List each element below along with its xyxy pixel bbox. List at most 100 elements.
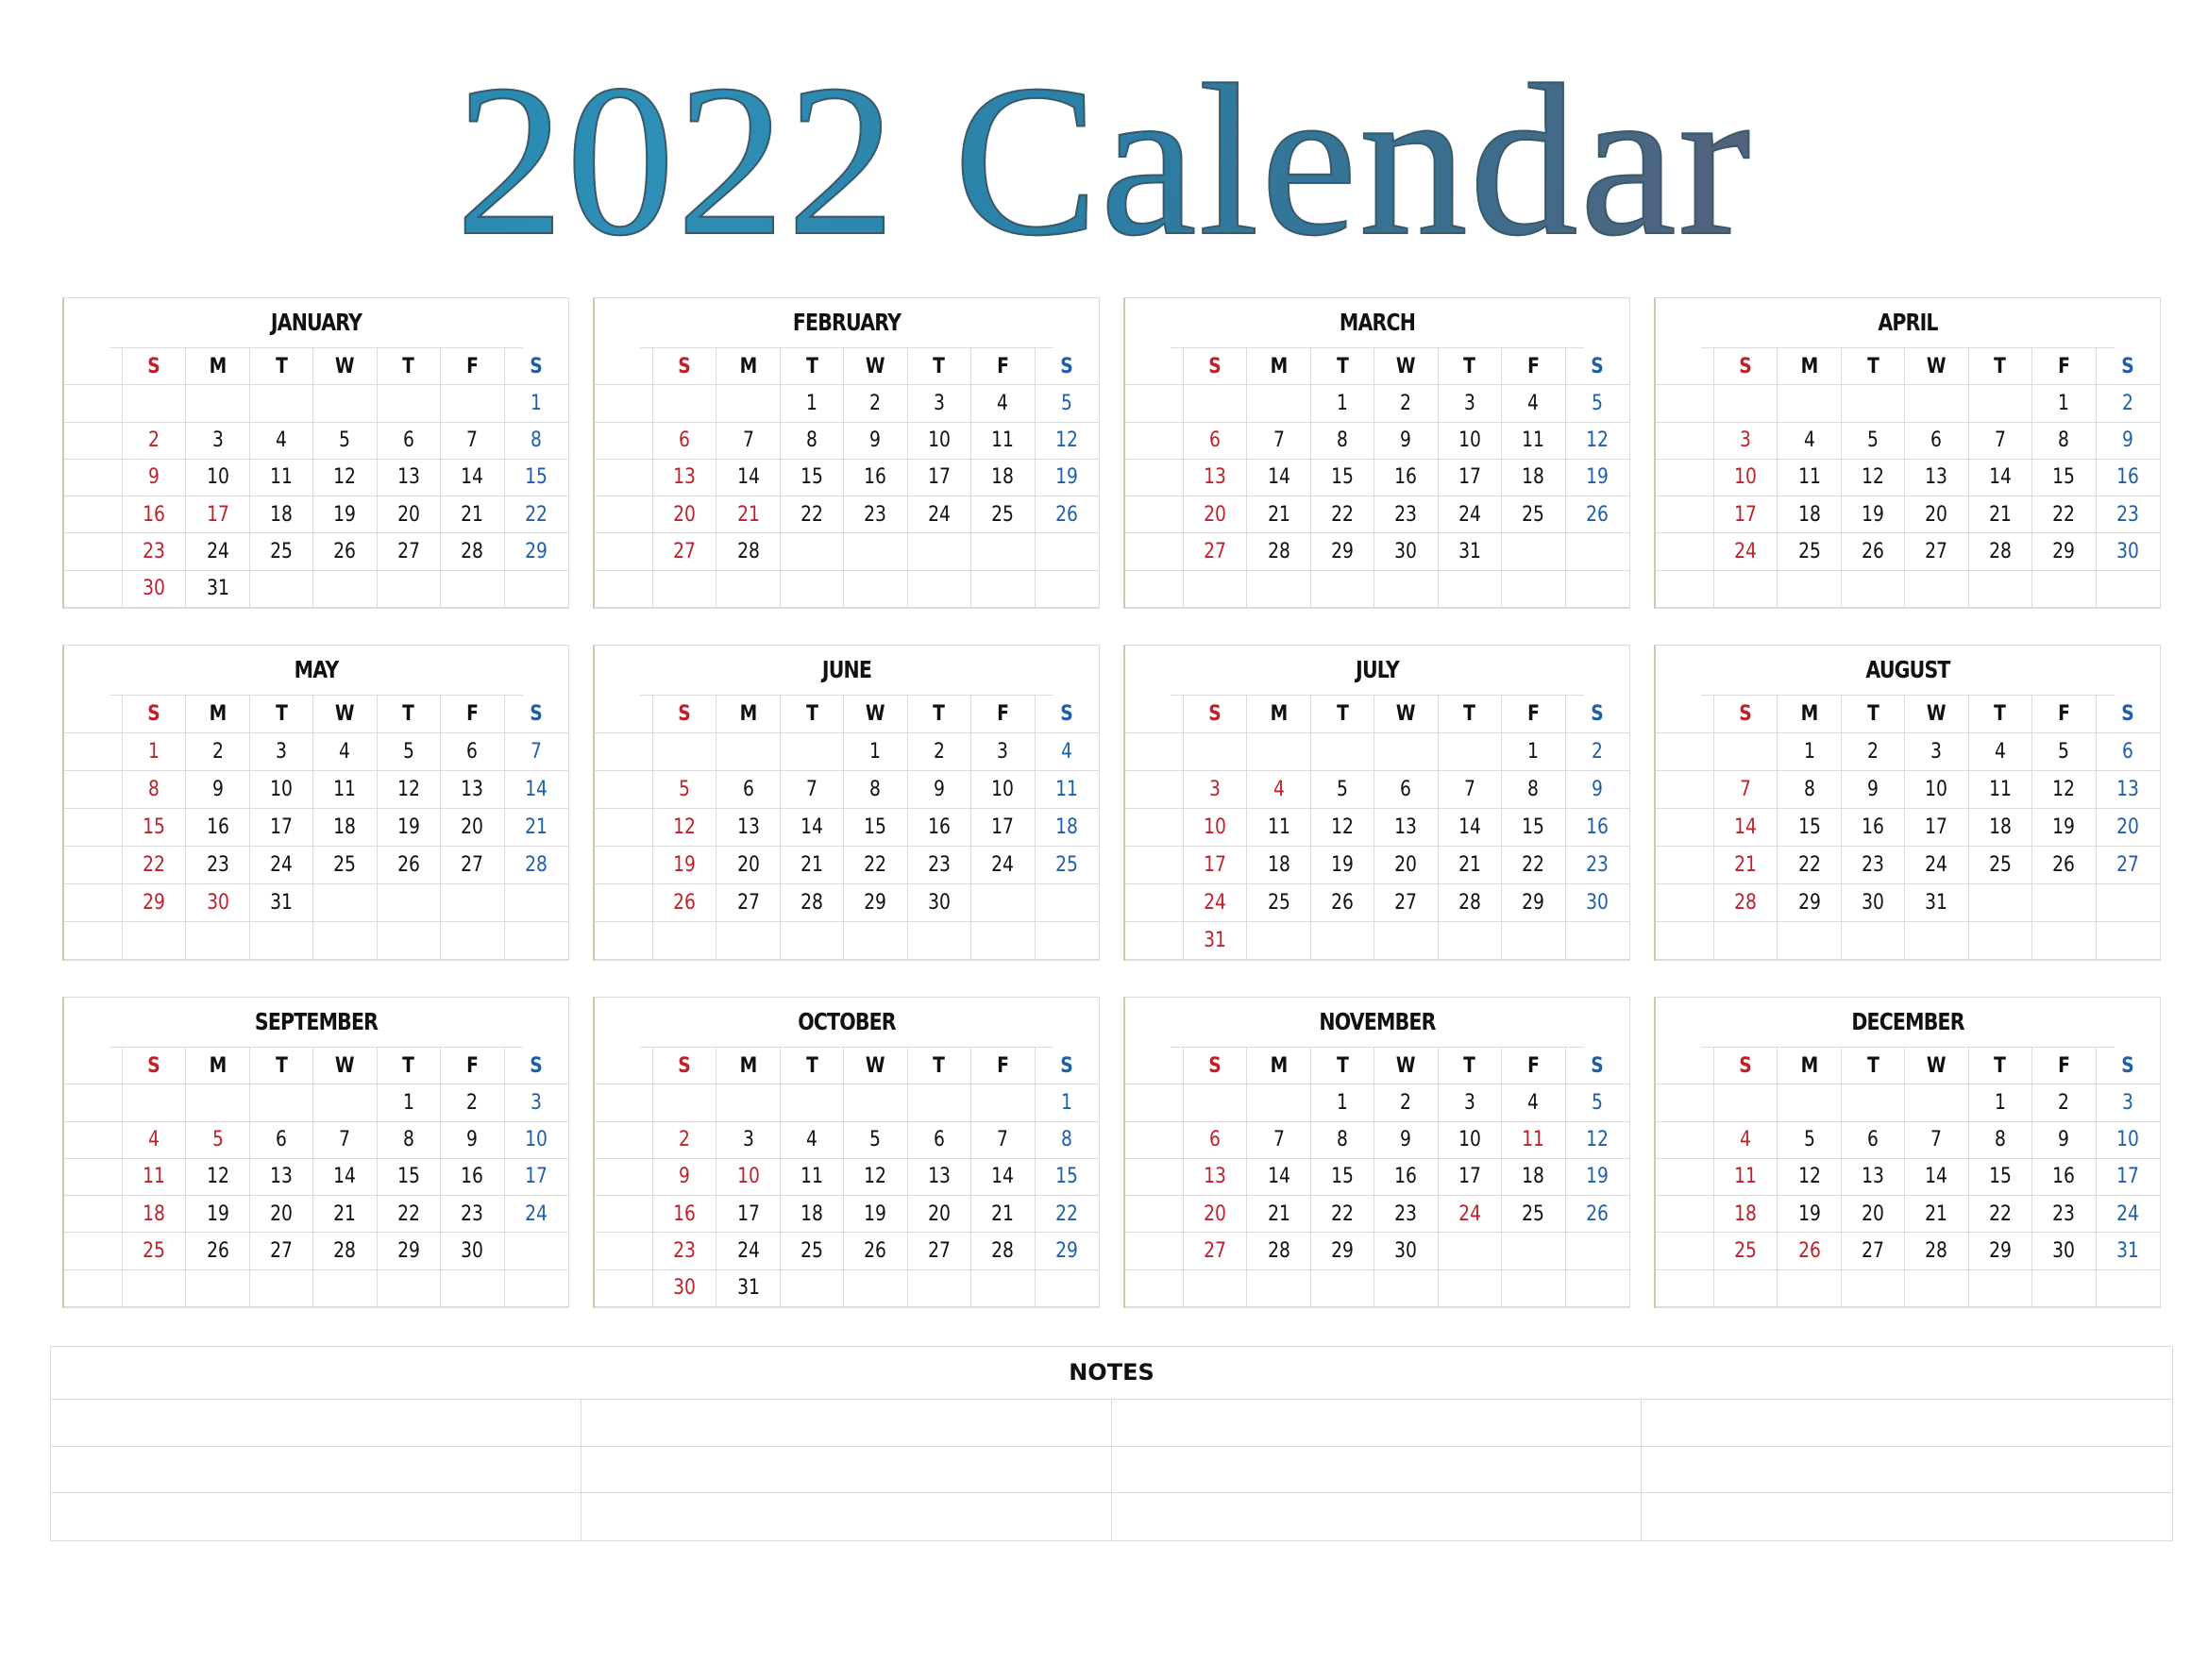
day-number: 2: [1592, 740, 1604, 764]
row-spacer: [595, 1121, 653, 1159]
day-number: 4: [1273, 778, 1285, 801]
day-number: 2: [148, 428, 160, 453]
empty-day-cell: [1184, 733, 1248, 771]
day-number: 1: [1337, 391, 1349, 415]
day-cell: 25: [1714, 1233, 1778, 1270]
day-cell: 27: [1841, 1233, 1906, 1270]
day-number: 5: [1592, 1090, 1604, 1115]
row-spacer: [1125, 809, 1184, 847]
empty-day-cell: [313, 570, 378, 608]
day-number: 11: [1522, 428, 1545, 453]
day-number: 30: [206, 891, 229, 915]
day-number: 30: [461, 1239, 484, 1264]
day-cell: 24: [716, 1233, 781, 1270]
day-number: 19: [206, 1201, 229, 1226]
day-cell: 26: [1565, 496, 1629, 534]
weekday-label-text: S: [2121, 702, 2135, 726]
day-number: 17: [1734, 502, 1758, 527]
day-number: 25: [1734, 1239, 1758, 1264]
day-number: 27: [270, 1239, 293, 1264]
day-cell: 15: [123, 809, 187, 847]
weekday-label-text: W: [1927, 702, 1947, 726]
empty-day-cell: [123, 1084, 187, 1122]
day-cell: 31: [186, 570, 250, 608]
day-number: 18: [1055, 815, 1079, 839]
day-number: 22: [1331, 502, 1354, 527]
day-number: 28: [525, 853, 548, 877]
empty-day-cell: [186, 922, 250, 960]
day-number: 10: [206, 465, 229, 490]
day-number: 5: [1061, 391, 1073, 415]
notes-line-cell: [1642, 1447, 2172, 1494]
weekday-label-text: T: [933, 702, 946, 726]
empty-day-cell: [1035, 922, 1099, 960]
day-number: 23: [2052, 1201, 2076, 1226]
weekday-label: M: [716, 1048, 781, 1085]
day-cell: 2: [1841, 733, 1906, 771]
day-cell: 20: [441, 809, 505, 847]
weekday-label: W: [313, 696, 378, 733]
empty-day-cell: [1714, 733, 1778, 771]
day-number: 19: [1586, 1165, 1610, 1189]
weekday-label-text: M: [1800, 702, 1818, 726]
day-cell: 18: [1714, 1196, 1778, 1234]
day-cell: 10: [186, 459, 250, 497]
day-cell: 13: [1184, 459, 1248, 497]
day-cell: 30: [2096, 533, 2160, 571]
weekday-label: W: [844, 348, 908, 386]
weekday-label: S: [1565, 696, 1629, 733]
weekday-label-text: S: [1591, 702, 1605, 726]
weekday-label-text: S: [1208, 1053, 1222, 1078]
day-cell: 22: [377, 1196, 442, 1234]
weekday-label: M: [186, 348, 250, 386]
day-number: 16: [928, 815, 951, 839]
day-cell: 13: [377, 459, 442, 497]
day-number: 24: [1734, 540, 1758, 564]
day-cell: 23: [653, 1233, 717, 1270]
empty-day-cell: [1310, 922, 1375, 960]
weekday-label-text: S: [147, 354, 160, 378]
empty-day-cell: [716, 922, 781, 960]
empty-day-cell: [907, 922, 972, 960]
day-cell: 26: [653, 884, 717, 922]
day-number: 27: [397, 540, 420, 564]
empty-day-cell: [1565, 533, 1629, 571]
day-number: 5: [1803, 1128, 1815, 1152]
day-number: 25: [270, 540, 293, 564]
day-number: 23: [928, 853, 951, 877]
weekday-label: M: [1778, 1048, 1842, 1085]
weekday-label-text: T: [1463, 1053, 1476, 1078]
day-cell: 28: [1247, 1233, 1311, 1270]
day-number: 11: [991, 428, 1015, 453]
day-cell: 1: [1310, 1084, 1375, 1122]
row-spacer: [1656, 1158, 1714, 1197]
day-cell: 30: [1374, 1233, 1439, 1270]
weekday-label-text: W: [866, 1053, 885, 1078]
day-number: 24: [991, 853, 1015, 877]
day-number: 24: [2116, 1201, 2140, 1226]
empty-day-cell: [1247, 385, 1311, 423]
day-number: 14: [1925, 1165, 1948, 1189]
day-number: 27: [736, 891, 760, 915]
day-cell: 14: [313, 1158, 378, 1197]
empty-day-cell: [1502, 1269, 1566, 1307]
day-cell: 11: [1778, 459, 1842, 497]
empty-day-cell: [1714, 1269, 1778, 1307]
empty-day-cell: [1841, 570, 1906, 608]
day-cell: 2: [2096, 385, 2160, 423]
day-cell: 5: [653, 771, 717, 809]
day-number: 27: [928, 1239, 951, 1264]
empty-day-cell: [1905, 922, 1969, 960]
day-cell: 5: [1565, 385, 1629, 423]
day-number: 16: [143, 502, 166, 527]
day-cell: 19: [313, 496, 378, 534]
day-number: 1: [806, 391, 818, 415]
day-cell: 6: [1184, 422, 1248, 460]
empty-day-cell: [780, 1084, 845, 1122]
day-cell: 1: [123, 733, 187, 771]
day-number: 18: [1989, 815, 2012, 839]
weekday-label: S: [123, 348, 187, 386]
day-number: 26: [1586, 1201, 1610, 1226]
day-cell: 28: [971, 1233, 1036, 1270]
day-number: 8: [402, 1128, 414, 1152]
